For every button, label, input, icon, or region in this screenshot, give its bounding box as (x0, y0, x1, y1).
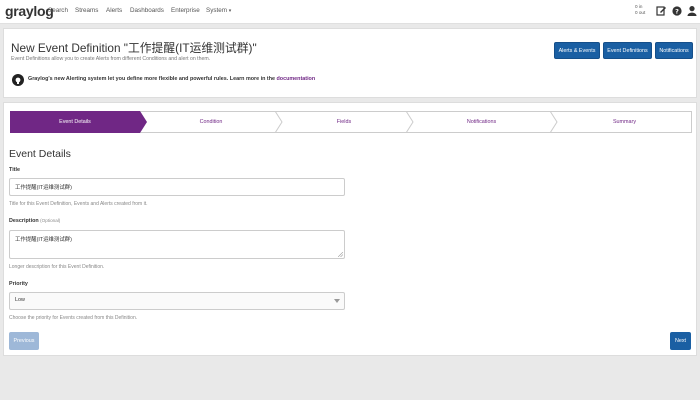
resize-handle-icon[interactable] (338, 252, 343, 257)
notifications-button[interactable]: Notifications (655, 42, 693, 59)
description-help: Longer description for this Event Defini… (9, 264, 105, 270)
throughput-out: 0 out (635, 10, 646, 15)
wizard-step-summary[interactable]: Summary (557, 119, 692, 125)
wizard-step-condition[interactable]: Condition (147, 119, 275, 125)
nav-dashboards[interactable]: Dashboards (130, 7, 164, 14)
svg-text:?: ? (675, 7, 679, 15)
title-label: Title (9, 167, 20, 173)
alerts-events-button[interactable]: Alerts & Events (554, 42, 600, 59)
next-button[interactable]: Next (670, 332, 691, 350)
nav-system-label: System (206, 7, 227, 14)
description-label: Description (Optional) (9, 218, 61, 224)
page-title: New Event Definition "工作提醒(IT运维测试群)" (11, 41, 257, 55)
priority-select[interactable]: Low (9, 292, 345, 310)
event-definitions-button[interactable]: Event Definitions (603, 42, 652, 59)
user-icon[interactable] (687, 5, 697, 17)
wizard-step-fields[interactable]: Fields (282, 119, 406, 125)
nav-search[interactable]: Search (48, 7, 68, 14)
documentation-link[interactable]: documentation (277, 76, 316, 82)
description-textarea[interactable]: 工作提醒(IT运维测试群) (9, 230, 345, 259)
nav-enterprise[interactable]: Enterprise (171, 7, 200, 14)
top-navbar: graylog Search Streams Alerts Dashboards… (0, 0, 700, 24)
wizard-steps: Event Details Condition Fields Notificat… (10, 111, 692, 133)
description-text: 工作提醒(IT运维测试群) (15, 237, 72, 243)
section-title: Event Details (9, 148, 71, 160)
title-help: Title for this Event Definition, Events … (9, 201, 148, 207)
previous-button[interactable]: Previous (9, 332, 39, 350)
event-definition-form-panel: Event Details Condition Fields Notificat… (3, 102, 697, 356)
title-input[interactable]: 工作提醒(IT运维测试群) (9, 178, 345, 196)
edit-icon[interactable] (656, 5, 666, 17)
alerting-hint: Graylog's new Alerting system let you de… (28, 76, 316, 82)
graylog-logo[interactable]: graylog (5, 3, 54, 19)
page-description: Event Definitions allow you to create Al… (11, 56, 211, 62)
priority-label: Priority (9, 281, 28, 287)
nav-system[interactable]: System ▾ (206, 7, 231, 14)
wizard-step-event-details[interactable]: Event Details (10, 119, 140, 125)
priority-help: Choose the priority for Events created f… (9, 315, 138, 321)
priority-value: Low (15, 297, 25, 303)
wizard-step-notifications[interactable]: Notifications (413, 119, 550, 125)
chevron-down-icon (334, 299, 340, 303)
lightbulb-icon (12, 74, 24, 86)
nav-streams[interactable]: Streams (75, 7, 98, 14)
page-header: New Event Definition "工作提醒(IT运维测试群)" Eve… (3, 28, 697, 98)
help-icon[interactable]: ? (672, 5, 682, 17)
throughput-indicator: 0 in 0 out (635, 4, 645, 16)
nav-alerts[interactable]: Alerts (106, 7, 122, 14)
caret-down-icon: ▾ (228, 8, 232, 14)
optional-tag: (Optional) (40, 218, 61, 223)
